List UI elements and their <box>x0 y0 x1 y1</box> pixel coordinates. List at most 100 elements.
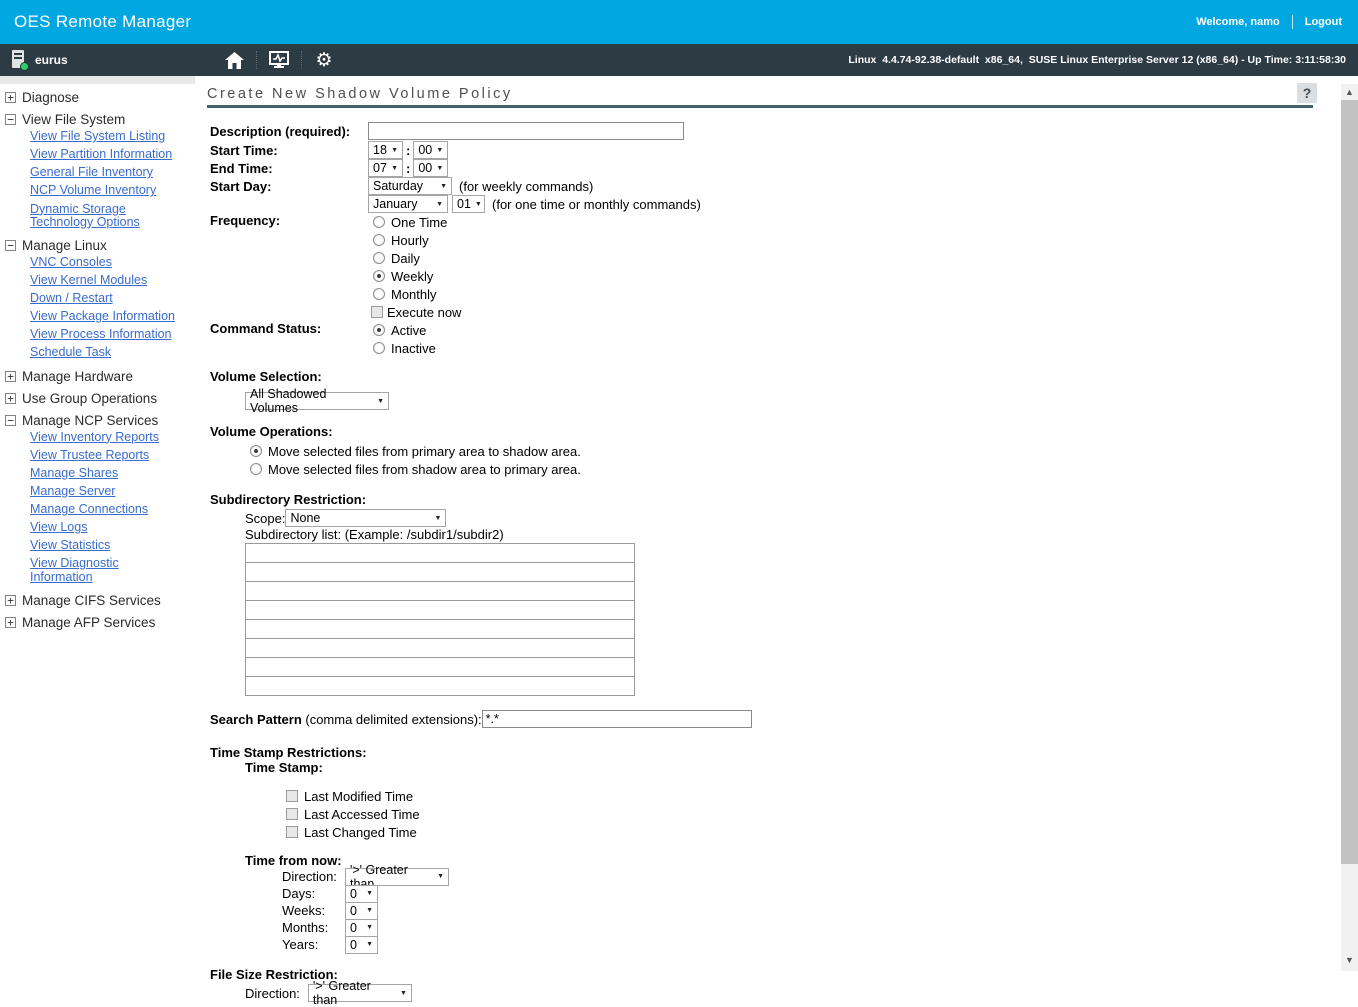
volume-selection-select[interactable]: All Shadowed Volumes▼ <box>245 392 389 410</box>
file-size-direction-select[interactable]: '>' Greater than▼ <box>308 984 412 1002</box>
last-changed-checkbox[interactable] <box>286 826 298 838</box>
radio-shadow-to-primary[interactable] <box>250 463 262 475</box>
nav-link-vnc-consoles[interactable]: VNC Consoles <box>30 256 180 269</box>
sidebar-item-diagnose[interactable]: Diagnose <box>0 86 200 108</box>
expand-icon[interactable] <box>5 617 16 628</box>
collapse-icon[interactable] <box>5 415 16 426</box>
last-accessed-checkbox[interactable] <box>286 808 298 820</box>
months-select[interactable]: 0▼ <box>345 919 378 937</box>
health-monitor-icon[interactable] <box>267 48 291 72</box>
subdirectory-input-5[interactable] <box>245 619 635 639</box>
system-info: Linux 4.4.74-92.38-default x86_64, SUSE … <box>848 54 1346 66</box>
nav-link-manage-shares[interactable]: Manage Shares <box>30 467 180 480</box>
nav-link-ncp-volume-inventory[interactable]: NCP Volume Inventory <box>30 184 180 197</box>
nav-link-view-package-information[interactable]: View Package Information <box>30 310 180 323</box>
frequency-option: Monthly <box>368 285 461 303</box>
header-right: Welcome, namo Logout <box>1196 15 1342 29</box>
nav-link-dynamic-storage-technology-options[interactable]: Dynamic Storage Technology Options <box>30 203 180 229</box>
icon-separator <box>256 51 257 69</box>
server-bar: eurus ⚙ Linux 4.4.74-92.38-default x86_6… <box>0 44 1358 76</box>
scope-row: Scope: None▼ <box>245 509 1341 527</box>
weekly-note: (for weekly commands) <box>459 179 593 194</box>
nav-link-view-kernel-modules[interactable]: View Kernel Modules <box>30 274 180 287</box>
expand-icon[interactable] <box>5 393 16 404</box>
years-select[interactable]: 0▼ <box>345 936 378 954</box>
chevron-down-icon: ▼ <box>366 890 373 897</box>
start-day-select[interactable]: Saturday▼ <box>368 177 452 195</box>
start-hour-select[interactable]: 18▼ <box>368 141 403 159</box>
execute-now-checkbox[interactable] <box>371 306 383 318</box>
sidebar-item-view-file-system[interactable]: View File System <box>0 108 200 130</box>
start-date-select[interactable]: 01▼ <box>452 195 485 213</box>
nav-link-view-diagnostic-information[interactable]: View Diagnostic Information <box>30 557 180 583</box>
end-hour-select[interactable]: 07▼ <box>368 159 403 177</box>
scope-select[interactable]: None▼ <box>285 509 446 527</box>
subdirectory-input-2[interactable] <box>245 562 635 582</box>
start-minute-select[interactable]: 00▼ <box>413 141 448 159</box>
start-month-select[interactable]: January▼ <box>368 195 448 213</box>
subdirectory-input-4[interactable] <box>245 600 635 620</box>
scrollbar-thumb[interactable] <box>1341 100 1358 864</box>
gear-icon[interactable]: ⚙ <box>312 48 336 72</box>
timestamp-option: Last Modified Time <box>286 787 1341 805</box>
nav-link-view-process-information[interactable]: View Process Information <box>30 328 180 341</box>
start-time-label: Start Time: <box>210 143 368 158</box>
nav-link-view-statistics[interactable]: View Statistics <box>30 539 180 552</box>
title-rule <box>207 105 1313 108</box>
command-status-label: Command Status: <box>210 321 368 357</box>
chevron-down-icon: ▼ <box>436 201 443 208</box>
expand-icon[interactable] <box>5 595 16 606</box>
scroll-up-arrow[interactable]: ▲ <box>1341 84 1358 100</box>
nav-link-view-logs[interactable]: View Logs <box>30 521 180 534</box>
time-direction-select[interactable]: '>' Greater than▼ <box>345 868 449 886</box>
expand-icon[interactable] <box>5 371 16 382</box>
nav-link-manage-server[interactable]: Manage Server <box>30 485 180 498</box>
nav-link-manage-connections[interactable]: Manage Connections <box>30 503 180 516</box>
radio-hourly[interactable] <box>373 234 385 246</box>
end-minute-select[interactable]: 00▼ <box>413 159 448 177</box>
help-button[interactable]: ? <box>1297 83 1317 103</box>
weeks-select[interactable]: 0▼ <box>345 902 378 920</box>
nav-link-schedule-task[interactable]: Schedule Task <box>30 346 180 359</box>
page-title: Create New Shadow Volume Policy <box>207 86 1341 102</box>
search-pattern-label: Search Pattern <box>210 712 302 727</box>
nav-link-view-trustee-reports[interactable]: View Trustee Reports <box>30 449 180 462</box>
nav-link-down-restart[interactable]: Down / Restart <box>30 292 180 305</box>
radio-daily[interactable] <box>373 252 385 264</box>
description-input[interactable] <box>368 122 684 140</box>
radio-weekly[interactable] <box>373 270 385 282</box>
home-icon[interactable] <box>222 48 246 72</box>
end-time-row: End Time: 07▼ : 00▼ <box>210 159 1341 177</box>
years-label: Years: <box>282 937 345 952</box>
radio-monthly[interactable] <box>373 288 385 300</box>
sidebar-item-manage-hardware[interactable]: Manage Hardware <box>0 365 200 387</box>
collapse-icon[interactable] <box>5 114 16 125</box>
subdirectory-input-8[interactable] <box>245 676 635 696</box>
subdirectory-input-7[interactable] <box>245 657 635 677</box>
days-select[interactable]: 0▼ <box>345 885 378 903</box>
collapse-icon[interactable] <box>5 240 16 251</box>
sidebar-item-use-group-operations[interactable]: Use Group Operations <box>0 387 200 409</box>
radio-inactive[interactable] <box>373 342 385 354</box>
nav-link-general-file-inventory[interactable]: General File Inventory <box>30 166 180 179</box>
radio-primary-to-shadow[interactable] <box>250 445 262 457</box>
nav-link-view-inventory-reports[interactable]: View Inventory Reports <box>30 431 180 444</box>
nav-link-view-file-system-listing[interactable]: View File System Listing <box>30 130 180 143</box>
subdirectory-input-3[interactable] <box>245 581 635 601</box>
nav-link-view-partition-information[interactable]: View Partition Information <box>30 148 180 161</box>
radio-active[interactable] <box>373 324 385 336</box>
last-modified-checkbox[interactable] <box>286 790 298 802</box>
subdirectory-input-1[interactable] <box>245 543 635 563</box>
vertical-scrollbar[interactable]: ▲ ▼ <box>1341 84 1358 971</box>
subdirectory-restriction-label: Subdirectory Restriction: <box>210 492 1341 507</box>
scroll-down-arrow[interactable]: ▼ <box>1341 952 1358 968</box>
logout-link[interactable]: Logout <box>1305 16 1342 28</box>
radio-one-time[interactable] <box>373 216 385 228</box>
sidebar-item-manage-ncp-services[interactable]: Manage NCP Services <box>0 409 200 431</box>
sidebar-item-manage-afp-services[interactable]: Manage AFP Services <box>0 611 200 633</box>
expand-icon[interactable] <box>5 92 16 103</box>
search-pattern-input[interactable] <box>482 710 752 728</box>
subdirectory-input-6[interactable] <box>245 638 635 658</box>
sidebar-item-manage-linux[interactable]: Manage Linux <box>0 234 200 256</box>
sidebar-item-manage-cifs-services[interactable]: Manage CIFS Services <box>0 589 200 611</box>
